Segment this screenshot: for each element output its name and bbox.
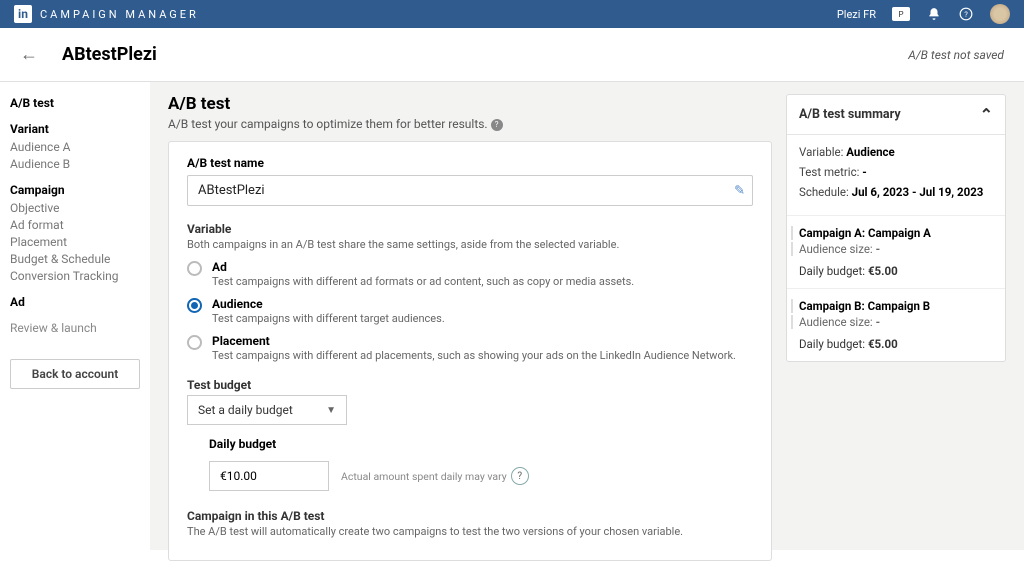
radio-audience[interactable]: Audience Test campaigns with different t… [187, 297, 753, 325]
sidebar-item-objective[interactable]: Objective [10, 201, 140, 215]
edit-icon[interactable]: ✎ [734, 183, 745, 198]
radio-placement[interactable]: Placement Test campaigns with different … [187, 334, 753, 362]
subheader: ← ABtestPlezi A/B test not saved [0, 28, 1024, 82]
back-arrow-icon[interactable]: ← [20, 44, 38, 65]
radio-placement-desc: Test campaigns with different ad placeme… [212, 349, 736, 362]
campaign-in-test-head: Campaign in this A/B test [187, 509, 753, 523]
sidebar-ab-test[interactable]: A/B test [10, 96, 140, 110]
summary-metric: Test metric: - [799, 165, 993, 179]
sidebar-item-ad-format[interactable]: Ad format [10, 218, 140, 232]
help-icon[interactable]: ? [958, 6, 974, 22]
topbar-left: in CAMPAIGN MANAGER [14, 5, 199, 23]
summary-camp-a-name: Campaign A: Campaign A [791, 226, 993, 240]
help-tooltip-icon[interactable]: ? [491, 119, 503, 131]
radio-audience-desc: Test campaigns with different target aud… [212, 312, 445, 325]
save-status: A/B test not saved [908, 48, 1004, 62]
chevron-down-icon: ▼ [326, 405, 336, 416]
sidebar-item-placement[interactable]: Placement [10, 235, 140, 249]
summary-camp-b-name: Campaign B: Campaign B [791, 299, 993, 313]
radio-placement-label: Placement [212, 334, 736, 348]
radio-ad-icon[interactable] [187, 261, 202, 276]
radio-ad-desc: Test campaigns with different ad formats… [212, 275, 634, 288]
bell-icon[interactable] [926, 6, 942, 22]
app-title: CAMPAIGN MANAGER [40, 8, 199, 21]
sidebar-item-budget-schedule[interactable]: Budget & Schedule [10, 252, 140, 266]
linkedin-logo-icon[interactable]: in [14, 5, 32, 23]
sidebar-review-launch[interactable]: Review & launch [10, 321, 140, 335]
back-to-account-button[interactable]: Back to account [10, 359, 140, 389]
name-label: A/B test name [187, 156, 753, 170]
sidebar: A/B test Variant Audience A Audience B C… [0, 82, 150, 550]
ab-test-name-input[interactable] [187, 175, 753, 206]
daily-budget-label: Daily budget [209, 437, 753, 451]
daily-budget-hint: Actual amount spent daily may vary ? [341, 467, 529, 485]
info-icon[interactable]: ? [511, 467, 529, 485]
avatar[interactable] [990, 4, 1010, 24]
radio-ad[interactable]: Ad Test campaigns with different ad form… [187, 260, 753, 288]
chevron-up-icon[interactable]: ⌃ [980, 105, 993, 124]
radio-audience-icon[interactable] [187, 298, 202, 313]
radio-placement-icon[interactable] [187, 335, 202, 350]
budget-select[interactable]: Set a daily budget ▼ [187, 395, 347, 425]
main-title: A/B test [168, 94, 772, 114]
summary-variable: Variable: Audience [799, 145, 993, 159]
budget-head: Test budget [187, 378, 753, 392]
main-area: A/B test A/B test your campaigns to opti… [150, 82, 1024, 550]
campaign-in-test-desc: The A/B test will automatically create t… [187, 525, 753, 538]
sidebar-item-audience-a[interactable]: Audience A [10, 140, 140, 154]
radio-ad-label: Ad [212, 260, 634, 274]
ab-test-panel: A/B test name ✎ Variable Both campaigns … [168, 141, 772, 561]
variable-desc: Both campaigns in an A/B test share the … [187, 238, 753, 251]
main-subtitle: A/B test your campaigns to optimize them… [168, 117, 772, 131]
sidebar-item-audience-b[interactable]: Audience B [10, 157, 140, 171]
sidebar-campaign-head: Campaign [10, 183, 140, 197]
ab-test-summary-panel: A/B test summary ⌃ Variable: Audience Te… [786, 94, 1006, 362]
page-title: ABtestPlezi [62, 44, 157, 65]
account-badge-icon[interactable]: P [892, 7, 910, 21]
daily-budget-input[interactable] [209, 461, 329, 491]
summary-campaign-b: Campaign B: Campaign B Audience size: - … [787, 288, 1005, 361]
budget-select-value: Set a daily budget [198, 403, 293, 417]
summary-schedule: Schedule: Jul 6, 2023 - Jul 19, 2023 [799, 185, 993, 199]
topbar: in CAMPAIGN MANAGER Plezi FR P ? [0, 0, 1024, 28]
summary-title: A/B test summary [799, 107, 901, 122]
variable-head: Variable [187, 222, 753, 236]
sidebar-item-conversion-tracking[interactable]: Conversion Tracking [10, 269, 140, 283]
radio-audience-label: Audience [212, 297, 445, 311]
svg-text:?: ? [964, 10, 968, 19]
topbar-right: Plezi FR P ? [837, 4, 1010, 24]
summary-head[interactable]: A/B test summary ⌃ [787, 95, 1005, 135]
summary-campaign-a: Campaign A: Campaign A Audience size: - … [787, 215, 1005, 288]
sidebar-variant-head: Variant [10, 122, 140, 136]
account-name[interactable]: Plezi FR [837, 8, 876, 21]
sidebar-ad-head[interactable]: Ad [10, 295, 140, 309]
